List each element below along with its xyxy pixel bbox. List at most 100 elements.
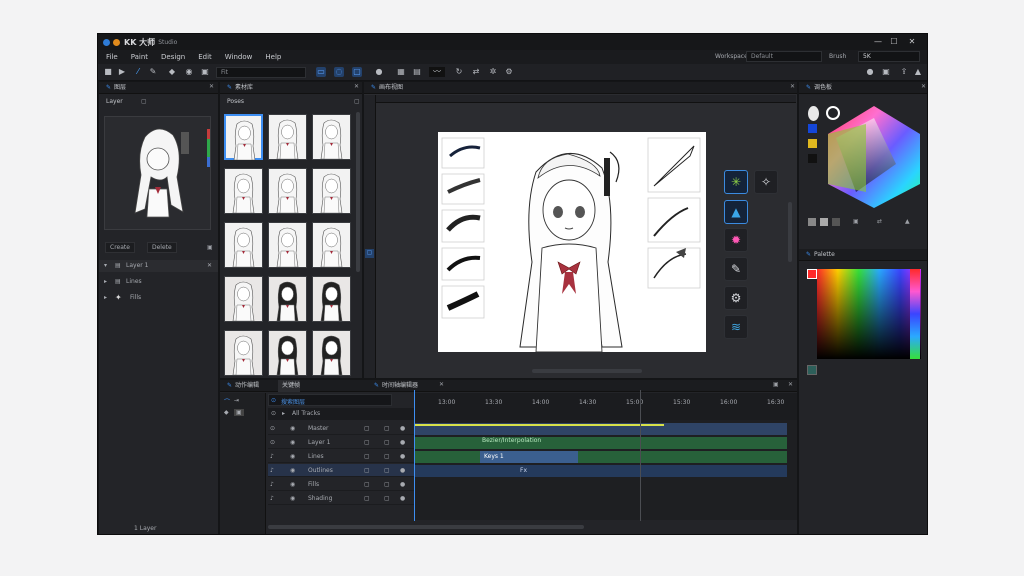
pen-icon[interactable]: ✎ bbox=[148, 67, 158, 77]
minimize-button[interactable]: — bbox=[871, 36, 885, 47]
color-close-icon[interactable]: ✕ bbox=[921, 83, 926, 90]
upload-icon[interactable]: ⇪ bbox=[899, 67, 909, 77]
canvas-tab-title[interactable]: 画布视图 bbox=[375, 82, 403, 94]
layer-row-1[interactable]: ▾ ▤ Layer 1 ✕ bbox=[99, 260, 218, 272]
play-icon[interactable]: ▶ bbox=[117, 67, 127, 77]
canvas-h-scrollbar[interactable] bbox=[532, 369, 642, 373]
brush-preset-button[interactable]: ✳ bbox=[724, 170, 748, 194]
menu-edit[interactable]: Edit bbox=[198, 53, 212, 61]
track-record-icon[interactable]: ● bbox=[400, 425, 405, 432]
effects-icon[interactable]: ✲ bbox=[488, 67, 498, 77]
hue-slider[interactable] bbox=[910, 269, 920, 359]
menu-help[interactable]: Help bbox=[265, 53, 281, 61]
track-outlines[interactable] bbox=[414, 465, 787, 477]
track-row[interactable]: ♪ ◉ Shading ▢ ▢ ● bbox=[268, 492, 414, 505]
tab-keyframes[interactable]: 关键帧 bbox=[278, 380, 301, 392]
library-thumbnail[interactable] bbox=[312, 330, 351, 376]
playhead[interactable] bbox=[414, 390, 415, 521]
track-record-icon[interactable]: ● bbox=[400, 481, 405, 488]
motion-curve-icon[interactable]: ⌒ bbox=[224, 397, 230, 406]
panel-pin-icon[interactable]: ✕ bbox=[209, 83, 214, 90]
track-solo-icon[interactable]: ▢ bbox=[384, 467, 390, 474]
track-lock-icon[interactable]: ▢ bbox=[364, 467, 370, 474]
swatch-black[interactable] bbox=[808, 154, 817, 163]
swatch-yellow[interactable] bbox=[808, 139, 817, 148]
library-thumbnail[interactable] bbox=[312, 276, 351, 322]
timeline-menu-icon[interactable]: ▣ bbox=[773, 381, 779, 388]
color-panel-title[interactable]: 调色板 bbox=[810, 82, 832, 94]
color-spectrum[interactable] bbox=[817, 269, 921, 359]
layers-icon[interactable]: ▤ bbox=[412, 67, 422, 77]
fill-icon[interactable]: ◆ bbox=[167, 67, 177, 77]
playback-range[interactable] bbox=[414, 424, 664, 426]
track-record-icon[interactable]: ● bbox=[400, 495, 405, 502]
burst-effect-button[interactable]: ✹ bbox=[724, 228, 748, 252]
curve-icon[interactable]: 〰 bbox=[429, 67, 445, 77]
zoom-select[interactable]: Fit bbox=[216, 67, 306, 78]
track-vis-icon[interactable]: ♪ bbox=[270, 453, 274, 460]
track-solo-icon[interactable]: ▢ bbox=[384, 495, 390, 502]
gear-settings-button[interactable]: ⚙ bbox=[724, 286, 748, 310]
motion-image-icon[interactable]: ▣ bbox=[234, 409, 244, 416]
track-lock-icon[interactable]: ▢ bbox=[364, 495, 370, 502]
layers-lock-icon[interactable]: ▢ bbox=[141, 98, 147, 105]
eyedropper-icon[interactable] bbox=[808, 106, 819, 121]
layer-row-3[interactable]: ▸ ✦ Fills bbox=[99, 292, 218, 304]
track-record-icon[interactable]: ● bbox=[400, 453, 405, 460]
layers-subtab[interactable]: Layer bbox=[102, 96, 123, 108]
track-row[interactable]: ♪ ◉ Lines ▢ ▢ ● bbox=[268, 450, 414, 463]
track-lines[interactable] bbox=[414, 451, 787, 463]
download-icon[interactable]: ▲ bbox=[913, 67, 923, 77]
library-panel-title[interactable]: 素材库 bbox=[231, 82, 253, 94]
library-thumbnail[interactable] bbox=[224, 168, 263, 214]
track-vis-icon[interactable]: ♪ bbox=[270, 495, 274, 502]
layer-row-2[interactable]: ▸ ▤ Lines bbox=[99, 276, 218, 288]
marker-line[interactable] bbox=[640, 390, 641, 521]
workspace-select[interactable]: Default bbox=[746, 51, 822, 62]
track-layer-1[interactable] bbox=[414, 437, 787, 449]
drawing-canvas[interactable] bbox=[438, 132, 706, 353]
swatch-gray-3[interactable] bbox=[832, 218, 840, 226]
library-scrollbar[interactable] bbox=[356, 112, 360, 272]
timeline-close-icon[interactable]: ✕ bbox=[439, 381, 444, 388]
rotate-icon[interactable]: ↻ bbox=[454, 67, 464, 77]
track-record-icon[interactable]: ● bbox=[400, 439, 405, 446]
motion-lock-icon[interactable]: ◆ bbox=[224, 409, 229, 416]
track-solo-icon[interactable]: ▢ bbox=[384, 439, 390, 446]
timeline-h-scrollbar[interactable] bbox=[268, 525, 584, 529]
motion-arrow-icon[interactable]: ⇥ bbox=[234, 397, 239, 404]
tab-motion-edit[interactable]: 动作编辑 bbox=[231, 380, 259, 392]
library-menu-icon[interactable]: ▢ bbox=[354, 98, 360, 105]
palette-title[interactable]: Palette bbox=[810, 249, 835, 261]
swatch-delete-icon[interactable]: ▲ bbox=[905, 218, 910, 225]
library-thumbnail[interactable] bbox=[268, 222, 307, 268]
layer-options-icon[interactable]: ✕ bbox=[207, 262, 212, 269]
canvas-v-scrollbar[interactable] bbox=[788, 202, 792, 262]
brush-select[interactable]: 5K bbox=[858, 51, 920, 62]
brush-tool-icon[interactable]: ⁄ bbox=[133, 67, 143, 77]
menu-paint[interactable]: Paint bbox=[131, 53, 148, 61]
close-button[interactable]: ✕ bbox=[905, 36, 919, 47]
menu-file[interactable]: File bbox=[106, 53, 118, 61]
current-color-swatch[interactable] bbox=[807, 269, 817, 279]
trash-icon[interactable]: ▣ bbox=[207, 244, 213, 251]
swatch-gray-2[interactable] bbox=[820, 218, 828, 226]
track-row[interactable]: ♪ ◉ Outlines ▢ ▢ ● bbox=[268, 464, 414, 477]
library-thumbnail[interactable] bbox=[224, 222, 263, 268]
tracks-expand-icon[interactable]: ⊙ bbox=[271, 410, 276, 417]
track-row[interactable]: ♪ ◉ Fills ▢ ▢ ● bbox=[268, 478, 414, 491]
wave-tool-button[interactable]: ≋ bbox=[724, 315, 748, 339]
ruler-marker-icon[interactable]: ▢ bbox=[365, 249, 374, 258]
new-file-icon[interactable]: ■ bbox=[103, 67, 113, 77]
delete-layer-button[interactable]: Delete bbox=[147, 242, 177, 253]
library-thumbnail[interactable] bbox=[268, 330, 307, 376]
settings-gear-icon[interactable]: ⚙ bbox=[504, 67, 514, 77]
track-row[interactable]: ⊙ ◉ Layer 1 ▢ ▢ ● bbox=[268, 436, 414, 449]
library-thumbnail[interactable] bbox=[268, 276, 307, 322]
track-solo-icon[interactable]: ▢ bbox=[384, 425, 390, 432]
tab-timeline-editor[interactable]: 时间轴编辑器 bbox=[378, 380, 418, 392]
menu-window[interactable]: Window bbox=[225, 53, 253, 61]
water-drop-button[interactable]: ▲ bbox=[724, 200, 748, 224]
sparkle-tool-button[interactable]: ✧ bbox=[754, 170, 778, 194]
track-vis-icon[interactable]: ♪ bbox=[270, 481, 274, 488]
